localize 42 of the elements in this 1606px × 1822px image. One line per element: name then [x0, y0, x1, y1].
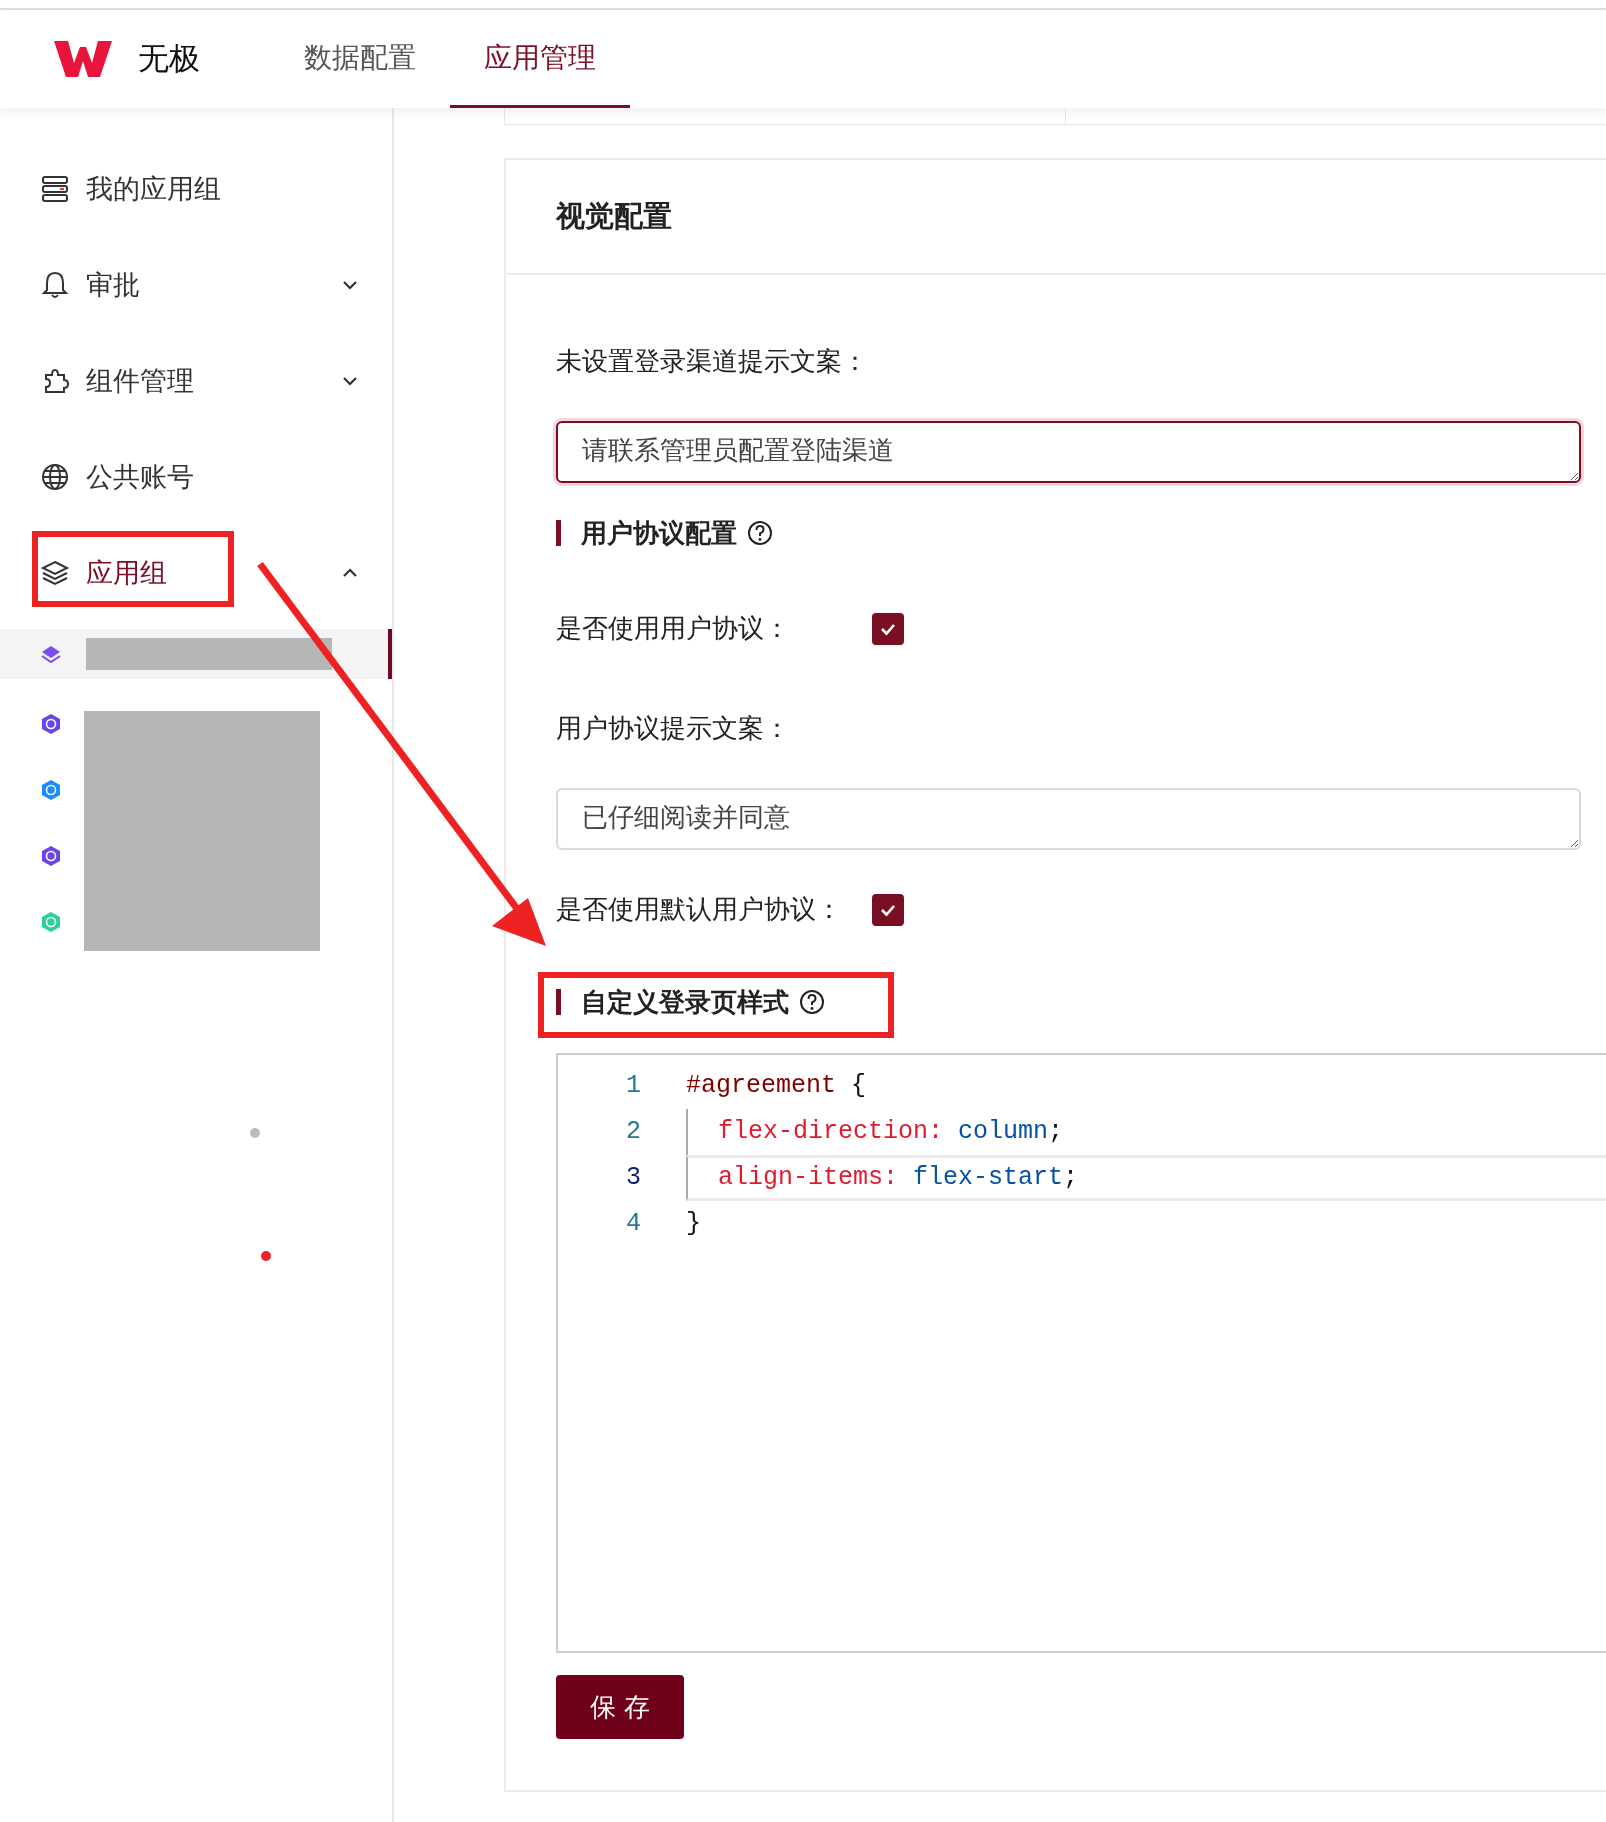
code-line: }: [686, 1208, 702, 1241]
sidebar-item[interactable]: 公共账号: [0, 429, 392, 525]
layers-icon: [40, 644, 62, 664]
server-icon: [40, 174, 70, 204]
line-number: 2: [625, 1116, 641, 1149]
line-number: 3: [625, 1162, 641, 1195]
dot: [250, 1128, 260, 1138]
bell-icon: [40, 270, 70, 300]
nav-tab[interactable]: 数据配置: [270, 10, 450, 108]
code-editor[interactable]: 1 #agreement { 2 flex-direction: column; 3 align-items: flex-start; 4 }: [556, 1053, 1606, 1653]
dot: [261, 1251, 271, 1261]
checkbox[interactable]: [872, 612, 904, 645]
help-icon: [799, 989, 825, 1015]
nav-tab[interactable]: 应用管理: [450, 10, 630, 108]
hexagon-icon: [40, 845, 62, 867]
field-label: 未设置登录渠道提示文案：: [556, 345, 869, 378]
card-title: 视觉配置: [556, 198, 672, 234]
section-title: 自定义登录页样式: [556, 989, 789, 1015]
layers-icon: [40, 558, 70, 588]
brand-name: 无极: [138, 39, 200, 78]
hexagon-icon: [40, 713, 62, 735]
sidebar-item[interactable]: 审批: [0, 237, 392, 333]
globe-icon: [40, 462, 70, 492]
text-field[interactable]: 请联系管理员配置登陆渠道: [556, 421, 1581, 483]
line-number: 4: [625, 1208, 641, 1241]
line-number: 1: [625, 1070, 641, 1103]
help-icon: [747, 520, 773, 546]
sidebar-item[interactable]: 组件管理: [0, 333, 392, 429]
field-label: 是否使用用户协议：: [556, 612, 791, 645]
field-label: 是否使用默认用户协议：: [556, 893, 843, 926]
code-line: #agreement {: [686, 1070, 868, 1103]
sidebar-item[interactable]: 我的应用组: [0, 141, 392, 237]
sidebar-item[interactable]: 应用组: [0, 525, 392, 621]
checkbox[interactable]: [872, 893, 904, 926]
code-line: flex-direction: column;: [686, 1109, 1606, 1155]
save-button[interactable]: 保 存: [556, 1675, 684, 1739]
text-field[interactable]: 已仔细阅读并同意: [556, 788, 1581, 850]
field-label: 用户协议提示文案：: [556, 712, 791, 745]
code-line: align-items: flex-start;: [686, 1155, 1606, 1201]
hexagon-icon: [40, 779, 62, 801]
section-title: 用户协议配置: [556, 520, 737, 546]
hexagon-icon: [40, 911, 62, 933]
